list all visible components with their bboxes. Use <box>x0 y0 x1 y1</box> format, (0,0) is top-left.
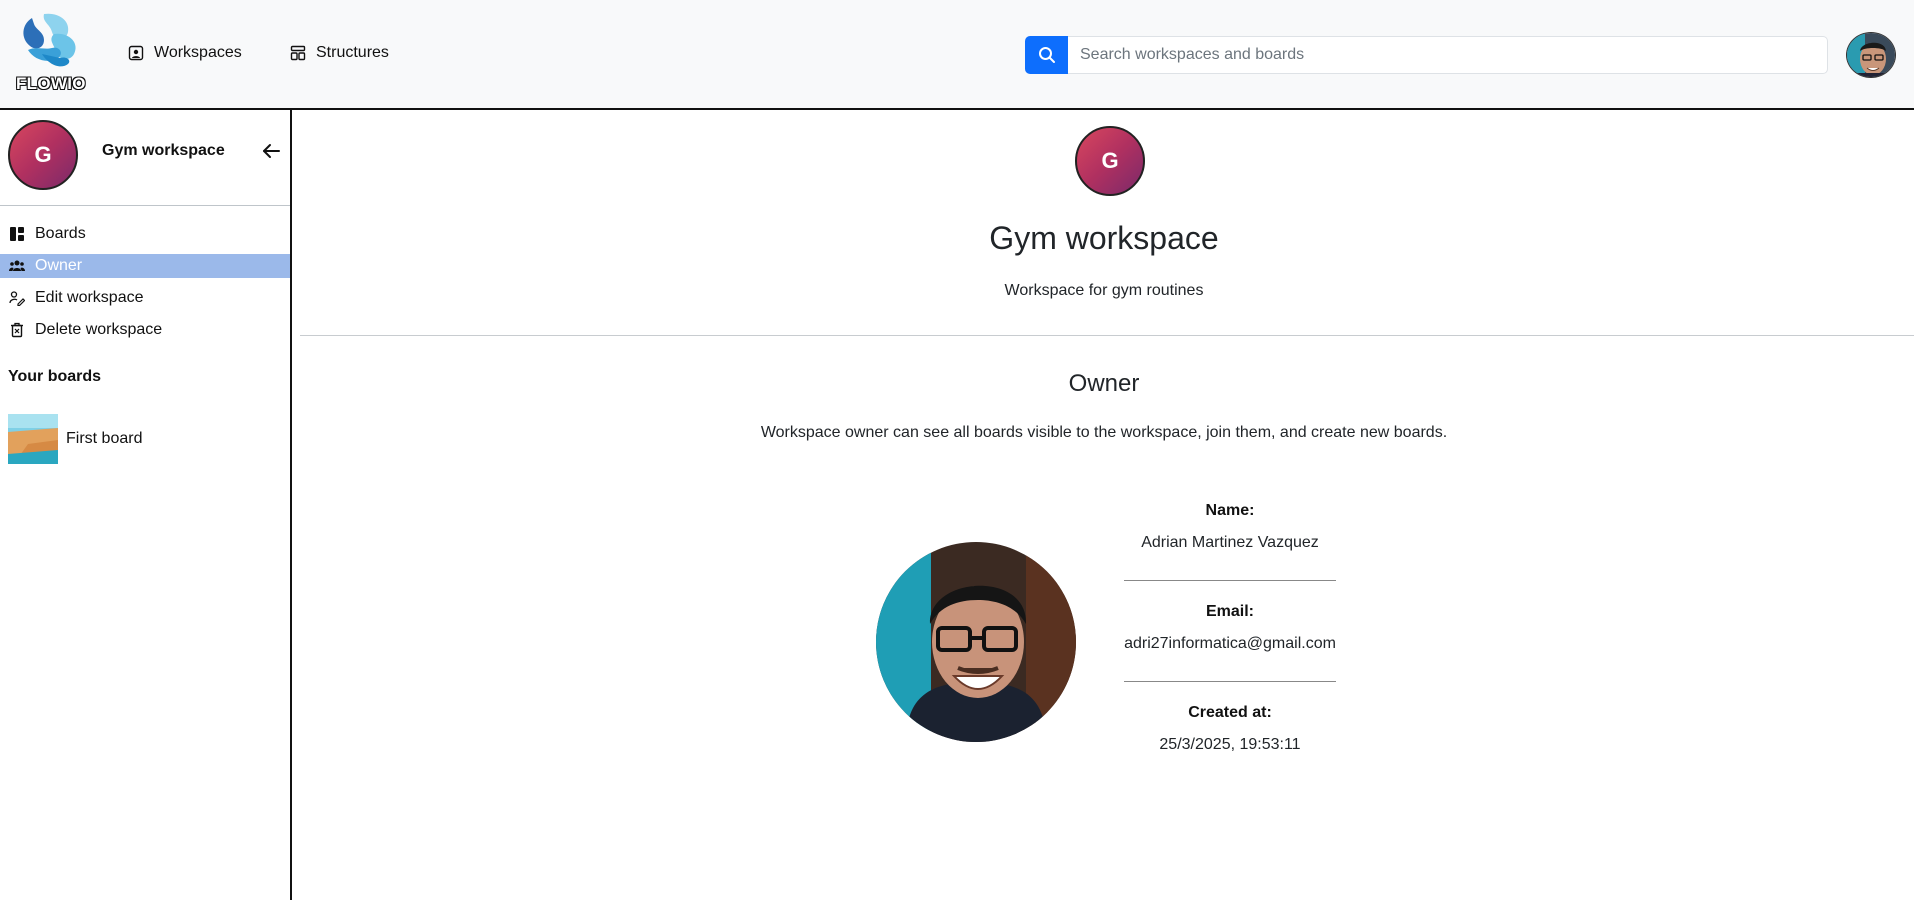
users-icon <box>9 260 25 271</box>
user-avatar[interactable] <box>1846 32 1896 78</box>
search-input[interactable] <box>1068 36 1828 74</box>
workspace-avatar: G <box>8 120 78 190</box>
board-thumbnail <box>8 414 58 464</box>
page-title: Gym workspace <box>989 220 1219 256</box>
owner-name-value: Adrian Martinez Vazquez <box>1141 534 1319 551</box>
logo-icon <box>23 13 76 67</box>
sidebar: G Gym workspace Boards Owner Edit worksp… <box>0 110 292 900</box>
board-item-first-board[interactable]: First board <box>8 414 142 464</box>
owner-name-label: Name: <box>1205 502 1255 519</box>
logo-text: FLOWIO <box>16 74 86 94</box>
owner-photo-image <box>876 542 1076 742</box>
workspace-description: Workspace for gym routines <box>1004 282 1204 299</box>
back-button[interactable] <box>260 140 282 162</box>
search-icon <box>1038 47 1055 63</box>
user-avatar-image <box>1847 33 1895 77</box>
boards-icon <box>10 227 24 241</box>
structure-icon <box>290 45 306 61</box>
main-divider <box>300 335 1914 336</box>
board-label: First board <box>66 430 143 447</box>
owner-created-label: Created at: <box>1188 704 1272 721</box>
sidebar-item-label: Delete workspace <box>35 321 163 338</box>
workspace-avatar-large: G <box>1075 126 1145 196</box>
sidebar-item-boards[interactable]: Boards <box>0 222 290 246</box>
board-thumbnail-image <box>8 414 58 464</box>
workspace-initial: G <box>34 142 52 167</box>
top-navbar: FLOWIO Workspaces Structures <box>0 0 1914 110</box>
sidebar-item-label: Edit workspace <box>35 289 144 306</box>
owner-info: Name: Adrian Martinez Vazquez Email: adr… <box>1124 502 1336 758</box>
owner-created-value: 25/3/2025, 19:53:11 <box>1159 736 1301 753</box>
nav-workspaces[interactable]: Workspaces <box>128 42 242 64</box>
nav-workspaces-label: Workspaces <box>154 44 242 61</box>
sidebar-item-owner[interactable]: Owner <box>0 254 290 278</box>
info-separator <box>1124 580 1336 581</box>
edit-icon <box>9 291 25 306</box>
workspace-name: Gym workspace <box>102 142 225 159</box>
nav-structures[interactable]: Structures <box>290 42 389 64</box>
trash-icon <box>11 322 23 338</box>
info-separator <box>1124 681 1336 682</box>
owner-email-label: Email: <box>1205 603 1254 620</box>
main-content: G Gym workspace Workspace for gym routin… <box>294 110 1914 900</box>
owner-email-value: adri27informatica@gmail.com <box>1124 635 1336 652</box>
your-boards-heading: Your boards <box>8 368 102 385</box>
workspace-icon <box>128 45 144 61</box>
sidebar-item-edit-workspace[interactable]: Edit workspace <box>0 286 290 310</box>
owner-section-title: Owner <box>1068 370 1140 397</box>
search-button[interactable] <box>1025 36 1068 74</box>
sidebar-item-label: Boards <box>35 225 86 242</box>
sidebar-item-label: Owner <box>35 257 83 274</box>
owner-section-description: Workspace owner can see all boards visib… <box>760 424 1448 441</box>
owner-avatar <box>876 542 1076 742</box>
workspace-initial-large: G <box>1101 148 1119 173</box>
sidebar-item-delete-workspace[interactable]: Delete workspace <box>0 318 290 342</box>
search-bar <box>1025 36 1828 74</box>
nav-structures-label: Structures <box>316 44 389 61</box>
sidebar-divider <box>0 205 290 206</box>
arrow-left-icon <box>263 144 280 158</box>
